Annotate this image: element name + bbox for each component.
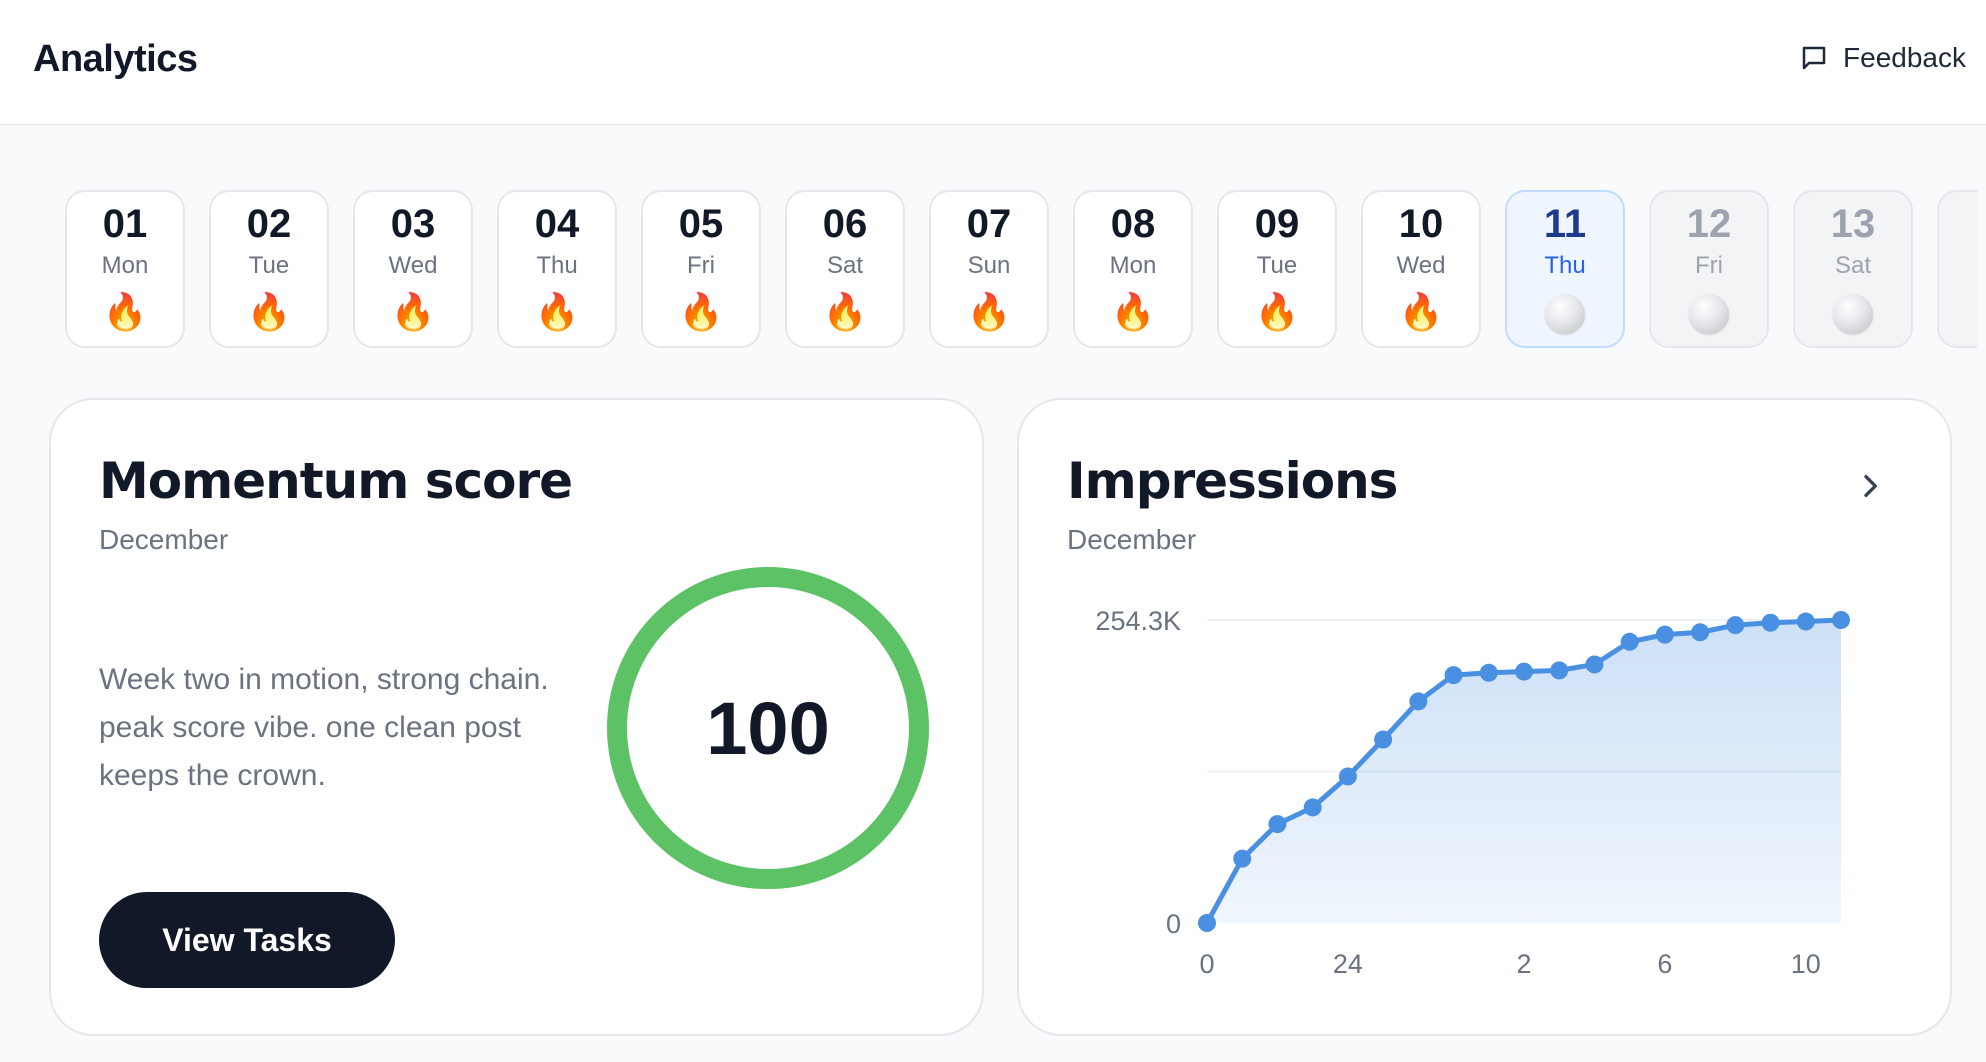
data-point (1409, 692, 1428, 711)
page-title: Analytics (33, 38, 198, 80)
day-number: 12 (1686, 202, 1732, 246)
day-number: 11 (1543, 202, 1587, 246)
data-point (1726, 616, 1745, 635)
day-item[interactable]: 11 Thu (1505, 190, 1625, 348)
x-tick-label: 24 (1333, 949, 1363, 979)
day-item[interactable]: 05 Fri 🔥 (641, 190, 761, 348)
data-point (1444, 666, 1463, 685)
data-point (1303, 798, 1322, 817)
fire-icon: 🔥 (822, 291, 868, 332)
data-point (1268, 815, 1287, 834)
day-item-partial[interactable] (1937, 190, 1977, 348)
fire-icon: 🔥 (534, 291, 580, 332)
data-point (1338, 767, 1357, 786)
view-tasks-button[interactable]: View Tasks (99, 892, 395, 988)
day-weekday: Sat (826, 252, 864, 279)
day-item[interactable]: 09 Tue 🔥 (1217, 190, 1337, 348)
day-weekday: Thu (536, 252, 578, 279)
data-point (1691, 623, 1710, 642)
y-tick-label: 254.3K (1095, 606, 1181, 636)
day-weekday: Tue (1256, 252, 1298, 279)
fire-icon: 🔥 (1110, 291, 1156, 332)
score-value: 100 (706, 686, 830, 770)
day-weekday: Tue (248, 252, 290, 279)
data-point (1479, 663, 1498, 682)
momentum-title: Momentum score (99, 452, 573, 510)
day-item[interactable]: 01 Mon 🔥 (65, 190, 185, 348)
x-tick-label: 6 (1657, 949, 1672, 979)
day-item[interactable]: 06 Sat 🔥 (785, 190, 905, 348)
pending-ball (1833, 294, 1873, 334)
data-point (1198, 914, 1216, 932)
data-point (1550, 661, 1569, 680)
app-header: Analytics Feedback (0, 0, 1986, 125)
empty-circle-icon (1651, 294, 1767, 340)
day-number: 02 (246, 202, 292, 246)
day-item[interactable]: 02 Tue 🔥 (209, 190, 329, 348)
day-weekday: Mon (1109, 252, 1157, 279)
x-tick-label: 0 (1199, 949, 1214, 979)
day-number: 08 (1110, 202, 1156, 246)
day-item[interactable]: 04 Thu 🔥 (497, 190, 617, 348)
fire-icon: 🔥 (678, 291, 724, 332)
day-item[interactable]: 12 Fri (1649, 190, 1769, 348)
day-weekday: Sat (1834, 252, 1872, 279)
data-point (1832, 611, 1850, 629)
pending-ball (1545, 294, 1585, 334)
day-number: 03 (390, 202, 436, 246)
day-item[interactable]: 13 Sat (1793, 190, 1913, 348)
data-point (1620, 632, 1639, 651)
day-number: 09 (1254, 202, 1300, 246)
day-weekday: Sun (967, 252, 1011, 279)
data-point (1761, 613, 1780, 632)
day-weekday: Fri (1695, 252, 1723, 279)
day-item[interactable]: 10 Wed 🔥 (1361, 190, 1481, 348)
fire-icon: 🔥 (102, 291, 148, 332)
day-weekday: Wed (1396, 252, 1446, 279)
day-number: 05 (678, 202, 724, 246)
day-number: 13 (1830, 202, 1876, 246)
day-weekday: Mon (101, 252, 149, 279)
pending-ball (1689, 294, 1729, 334)
momentum-score-card: Momentum score December Week two in moti… (49, 398, 984, 1036)
impressions-card: Impressions December 0 254.3K 0 24 2 6 10 (1017, 398, 1952, 1036)
fire-icon: 🔥 (390, 291, 436, 332)
data-point (1515, 662, 1533, 681)
day-item[interactable]: 07 Sun 🔥 (929, 190, 1049, 348)
day-number: 06 (822, 202, 868, 246)
day-number: 10 (1398, 202, 1444, 246)
day-number: 04 (534, 202, 580, 246)
empty-circle-icon (1795, 294, 1911, 340)
data-point (1585, 655, 1604, 674)
fire-icon: 🔥 (966, 291, 1012, 332)
day-number: 01 (102, 202, 148, 246)
day-weekday: Wed (388, 252, 438, 279)
feedback-button[interactable]: Feedback (1799, 42, 1966, 74)
x-tick-label: 2 (1516, 949, 1531, 979)
day-weekday: Fri (687, 252, 715, 279)
data-point (1233, 849, 1252, 868)
data-point (1655, 625, 1674, 644)
momentum-subtitle: December (99, 524, 229, 555)
impressions-chart: 0 254.3K 0 24 2 6 10 (1095, 606, 1850, 979)
fire-icon: 🔥 (1254, 291, 1300, 332)
fire-icon: 🔥 (1398, 291, 1444, 332)
data-point (1796, 612, 1815, 631)
fire-icon: 🔥 (246, 291, 292, 332)
message-square-icon (1802, 46, 1826, 70)
y-tick-label: 0 (1166, 909, 1181, 939)
day-streak-strip: 01 Mon 🔥 02 Tue 🔥 03 Wed 🔥 04 Thu 🔥 05 Fri 🔥 06 Sat 🔥 07 Su… (0, 190, 1986, 350)
momentum-description: Week two in motion, strong chain. peak s… (99, 663, 549, 792)
x-tick-label: 10 (1791, 949, 1821, 979)
day-item[interactable]: 03 Wed 🔥 (353, 190, 473, 348)
empty-circle-icon (1507, 294, 1623, 340)
day-number: 07 (966, 202, 1012, 246)
feedback-label: Feedback (1843, 42, 1966, 73)
data-point (1374, 730, 1393, 749)
day-weekday: Thu (1544, 252, 1586, 279)
day-item[interactable]: 08 Mon 🔥 (1073, 190, 1193, 348)
